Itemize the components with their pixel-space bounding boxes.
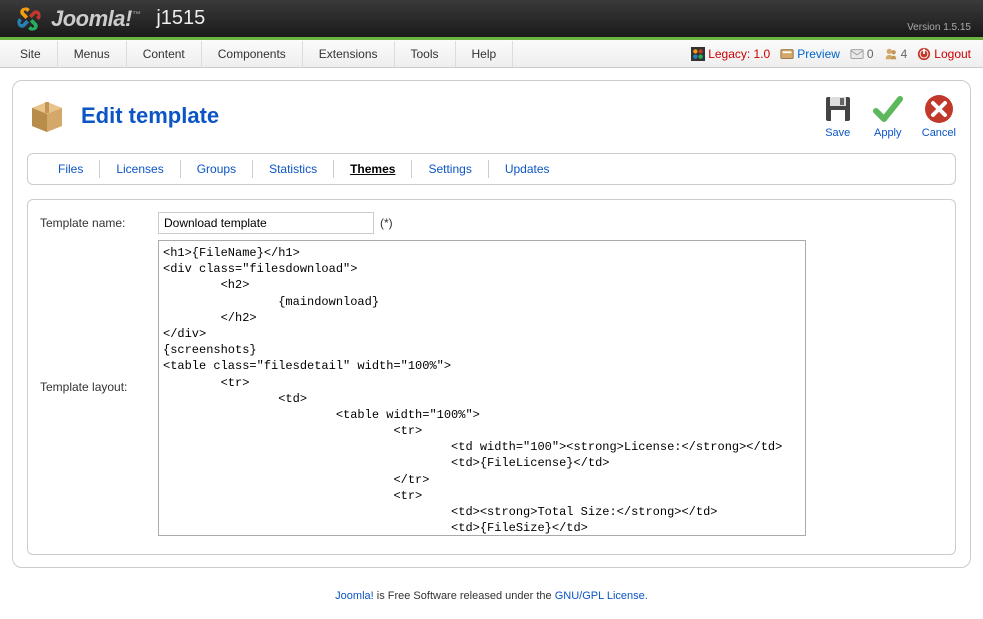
footer-text: is Free Software released under the (374, 590, 555, 602)
menu-left: Site Menus Content Components Extensions… (4, 41, 513, 67)
submenu-themes[interactable]: Themes (334, 160, 412, 178)
menu-menus[interactable]: Menus (58, 41, 127, 67)
cancel-icon (923, 93, 955, 125)
header: Joomla!™ j1515 Version 1.5.15 (0, 0, 983, 40)
menu-help[interactable]: Help (456, 41, 514, 67)
row-template-name: Template name: (*) (40, 212, 943, 234)
menu-extensions[interactable]: Extensions (303, 41, 395, 67)
main-panel: Edit template Save Apply Cancel Files L (12, 80, 971, 568)
required-mark: (*) (380, 216, 393, 230)
messages-link[interactable]: 0 (850, 47, 874, 61)
template-name-label: Template name: (40, 212, 158, 230)
logo-area: Joomla!™ j1515 (15, 5, 205, 33)
users-count: 4 (901, 47, 908, 61)
site-name: j1515 (156, 7, 205, 30)
joomla-logo-icon (15, 5, 43, 33)
submenu-files[interactable]: Files (42, 160, 100, 178)
submenu-updates[interactable]: Updates (489, 160, 566, 178)
footer: Joomla! is Free Software released under … (0, 580, 983, 612)
submenu: Files Licenses Groups Statistics Themes … (27, 153, 956, 185)
submenu-settings[interactable]: Settings (412, 160, 488, 178)
save-button[interactable]: Save (822, 93, 854, 139)
menu-tools[interactable]: Tools (395, 41, 456, 67)
footer-joomla-link[interactable]: Joomla! (335, 590, 374, 602)
legacy-link[interactable]: Legacy: 1.0 (691, 47, 770, 61)
apply-icon (872, 93, 904, 125)
content: Edit template Save Apply Cancel Files L (0, 68, 983, 580)
template-layout-textarea[interactable] (158, 240, 806, 536)
footer-license-link[interactable]: GNU/GPL License. (555, 590, 648, 602)
menu-components[interactable]: Components (202, 41, 303, 67)
save-label: Save (825, 127, 850, 139)
menu-site[interactable]: Site (4, 41, 58, 67)
save-icon (822, 93, 854, 125)
logout-link[interactable]: Logout (917, 47, 971, 61)
users-icon (884, 47, 898, 61)
form-panel: Template name: (*) Template layout: (27, 199, 956, 555)
title-left: Edit template (27, 96, 219, 136)
legacy-label: Legacy: 1.0 (708, 47, 770, 61)
brand-text: Joomla!™ (51, 6, 140, 32)
preview-label: Preview (797, 47, 840, 61)
cancel-button[interactable]: Cancel (922, 93, 956, 139)
apply-label: Apply (874, 127, 902, 139)
row-template-layout: Template layout: (40, 240, 943, 536)
logout-label: Logout (934, 47, 971, 61)
page-title: Edit template (81, 103, 219, 129)
legacy-icon (691, 47, 705, 61)
menu-content[interactable]: Content (127, 41, 202, 67)
menu-right: Legacy: 1.0 Preview 0 4 Logout (691, 47, 979, 61)
submenu-groups[interactable]: Groups (181, 160, 253, 178)
messages-count: 0 (867, 47, 874, 61)
template-layout-label: Template layout: (40, 240, 158, 394)
template-name-input[interactable] (158, 212, 374, 234)
submenu-licenses[interactable]: Licenses (100, 160, 180, 178)
package-icon (27, 96, 67, 136)
cancel-label: Cancel (922, 127, 956, 139)
mail-icon (850, 47, 864, 61)
preview-link[interactable]: Preview (780, 47, 840, 61)
preview-icon (780, 47, 794, 61)
submenu-statistics[interactable]: Statistics (253, 160, 334, 178)
title-row: Edit template Save Apply Cancel (27, 93, 956, 139)
toolbar: Save Apply Cancel (822, 93, 956, 139)
apply-button[interactable]: Apply (872, 93, 904, 139)
menubar: Site Menus Content Components Extensions… (0, 40, 983, 68)
users-link[interactable]: 4 (884, 47, 908, 61)
version-label: Version 1.5.15 (907, 22, 971, 33)
logout-icon (917, 47, 931, 61)
